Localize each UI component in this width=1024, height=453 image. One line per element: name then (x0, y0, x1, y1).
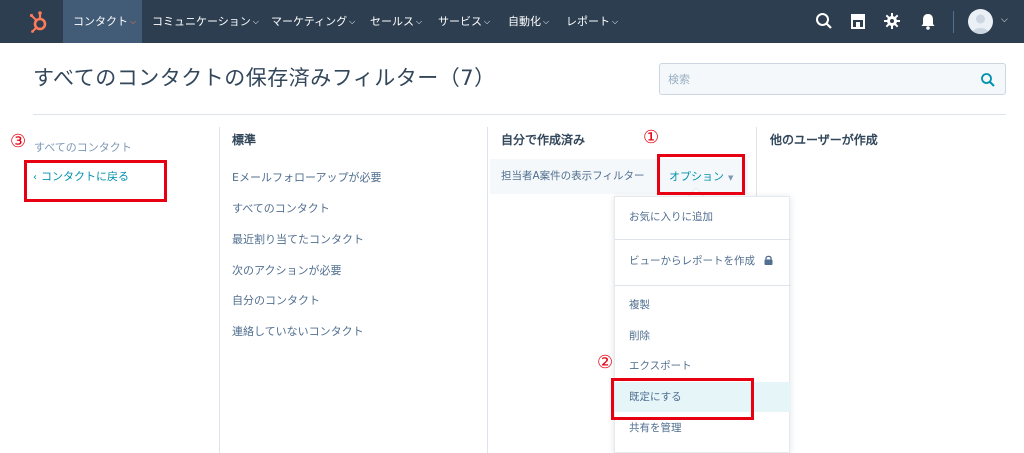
notification-bell-icon[interactable] (918, 11, 938, 31)
user-avatar[interactable] (968, 9, 993, 34)
menu-item-delete[interactable]: 削除 (615, 321, 791, 351)
standard-filter-item[interactable]: すべてのコンタクト (232, 200, 330, 216)
column-divider (487, 127, 488, 453)
nav-item-conversations[interactable]: コミュニケーション ⌵ (152, 0, 259, 43)
menu-item-clone[interactable]: 複製 (615, 290, 791, 320)
standard-filter-item[interactable]: 最近割り当てたコンタクト (232, 231, 364, 247)
lock-icon (764, 255, 773, 265)
nav-item-label: セールス (370, 15, 414, 28)
settings-gear-icon[interactable] (882, 11, 902, 31)
my-filters-column-title: 自分で作成済み (501, 133, 586, 147)
nav-item-contacts[interactable]: コンタクト ⌵ (63, 0, 142, 43)
annotation-box-back-link (24, 160, 167, 202)
all-contacts-label: すべてのコンタクト (34, 141, 132, 154)
others-column-title: 他のユーザーが作成 (770, 133, 878, 147)
nav-item-label: マーケティング (271, 15, 348, 28)
page-title: すべてのコンタクトの保存済みフィルター（7） (33, 66, 496, 90)
annotation-box-set-default (611, 378, 754, 420)
menu-divider (615, 285, 791, 286)
user-silhouette-icon (972, 14, 989, 34)
nav-item-label: コミュニケーション (152, 15, 251, 28)
chevron-down-icon: ⌵ (349, 17, 356, 26)
saved-filter-label[interactable]: 担当者A案件の表示フィルター (501, 168, 644, 183)
standard-column-title: 標準 (232, 133, 257, 147)
chevron-down-icon: ⌵ (484, 17, 491, 26)
column-divider (219, 127, 220, 453)
menu-item-export[interactable]: エクスポート (615, 351, 791, 381)
nav-item-service[interactable]: サービス ⌵ (438, 0, 490, 43)
menu-divider (615, 239, 791, 240)
search-input[interactable] (668, 70, 968, 88)
nav-item-reports[interactable]: レポート ⌵ (566, 0, 618, 43)
nav-item-label: 自動化 (508, 15, 541, 28)
nav-item-label: サービス (438, 15, 482, 28)
annotation-number-1: ① (643, 127, 660, 148)
nav-divider (953, 11, 954, 33)
nav-item-automation[interactable]: 自動化 ⌵ (508, 0, 549, 43)
annotation-number-2: ② (597, 352, 614, 373)
marketplace-icon[interactable] (848, 11, 868, 31)
search-icon[interactable] (980, 72, 996, 88)
search-box[interactable] (659, 63, 1006, 95)
standard-filter-item[interactable]: 次のアクションが必要 (232, 262, 341, 278)
annotation-number-3: ③ (10, 131, 27, 152)
top-navigation-bar: コンタクト ⌵ コミュニケーション ⌵ マーケティング ⌵ セールス ⌵ サービス ⌵ 自… (0, 0, 1024, 43)
hubspot-logo-icon[interactable] (20, 8, 60, 36)
nav-item-label: コンタクト (73, 15, 128, 28)
chevron-down-icon[interactable]: ⌵ (1001, 15, 1008, 25)
search-icon[interactable] (814, 11, 834, 31)
chevron-down-icon: ⌵ (543, 17, 550, 26)
chevron-down-icon: ⌵ (130, 17, 137, 26)
menu-item-add-to-favorites[interactable]: お気に入りに追加 (615, 202, 791, 232)
standard-filter-item[interactable]: Eメールフォローアップが必要 (232, 169, 382, 185)
chevron-down-icon: ⌵ (252, 17, 259, 26)
annotation-box-options (657, 154, 745, 195)
nav-item-sales[interactable]: セールス ⌵ (370, 0, 422, 43)
menu-item-create-report[interactable]: ビューからレポートを作成 (615, 246, 791, 276)
standard-filter-item[interactable]: 自分のコンタクト (232, 292, 320, 308)
nav-item-label: レポート (566, 15, 610, 28)
nav-item-marketing[interactable]: マーケティング ⌵ (271, 0, 355, 43)
chevron-down-icon: ⌵ (612, 17, 619, 26)
menu-item-label: ビューからレポートを作成 (629, 255, 755, 267)
header-divider (33, 114, 1006, 115)
chevron-down-icon: ⌵ (416, 17, 423, 26)
standard-filter-item[interactable]: 連絡していないコンタクト (232, 323, 364, 339)
